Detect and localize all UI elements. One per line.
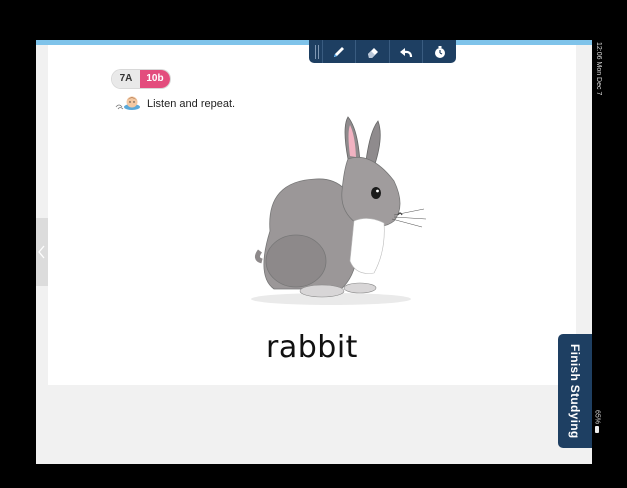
rabbit-illustration bbox=[236, 111, 436, 316]
finish-studying-button[interactable]: Finish Studying bbox=[558, 334, 592, 448]
unit-label: 7A bbox=[112, 70, 140, 88]
annotation-toolbar bbox=[309, 40, 456, 63]
lesson-label: 10b bbox=[140, 70, 170, 88]
status-clock: 12:06 bbox=[595, 42, 602, 60]
battery-icon bbox=[595, 426, 599, 434]
instruction-text: Listen and repeat. bbox=[147, 98, 236, 110]
battery-percent: 65% bbox=[593, 410, 601, 425]
pen-icon[interactable] bbox=[321, 40, 356, 63]
app-screen: 7A 10b Listen and repeat. rabbit Finish … bbox=[36, 40, 592, 464]
vocabulary-word[interactable]: rabbit bbox=[48, 330, 576, 365]
status-date: Mon Dec 7 bbox=[595, 61, 602, 96]
finish-studying-label: Finish Studying bbox=[568, 343, 582, 439]
instruction-row[interactable]: Listen and repeat. bbox=[115, 96, 235, 112]
status-time: 12:06 Mon Dec 7 bbox=[592, 42, 602, 95]
chevron-left-icon bbox=[38, 245, 45, 259]
listening-character-icon bbox=[115, 94, 143, 115]
eraser-icon[interactable] bbox=[355, 40, 389, 63]
toolbar-drag-handle[interactable] bbox=[312, 44, 322, 59]
status-battery: 65% bbox=[592, 410, 602, 460]
lesson-page: 7A 10b Listen and repeat. rabbit bbox=[48, 45, 576, 385]
page-back-tab[interactable] bbox=[36, 218, 48, 286]
undo-icon[interactable] bbox=[388, 40, 423, 63]
lesson-badge: 7A 10b bbox=[112, 70, 170, 88]
timer-icon[interactable] bbox=[422, 40, 456, 63]
